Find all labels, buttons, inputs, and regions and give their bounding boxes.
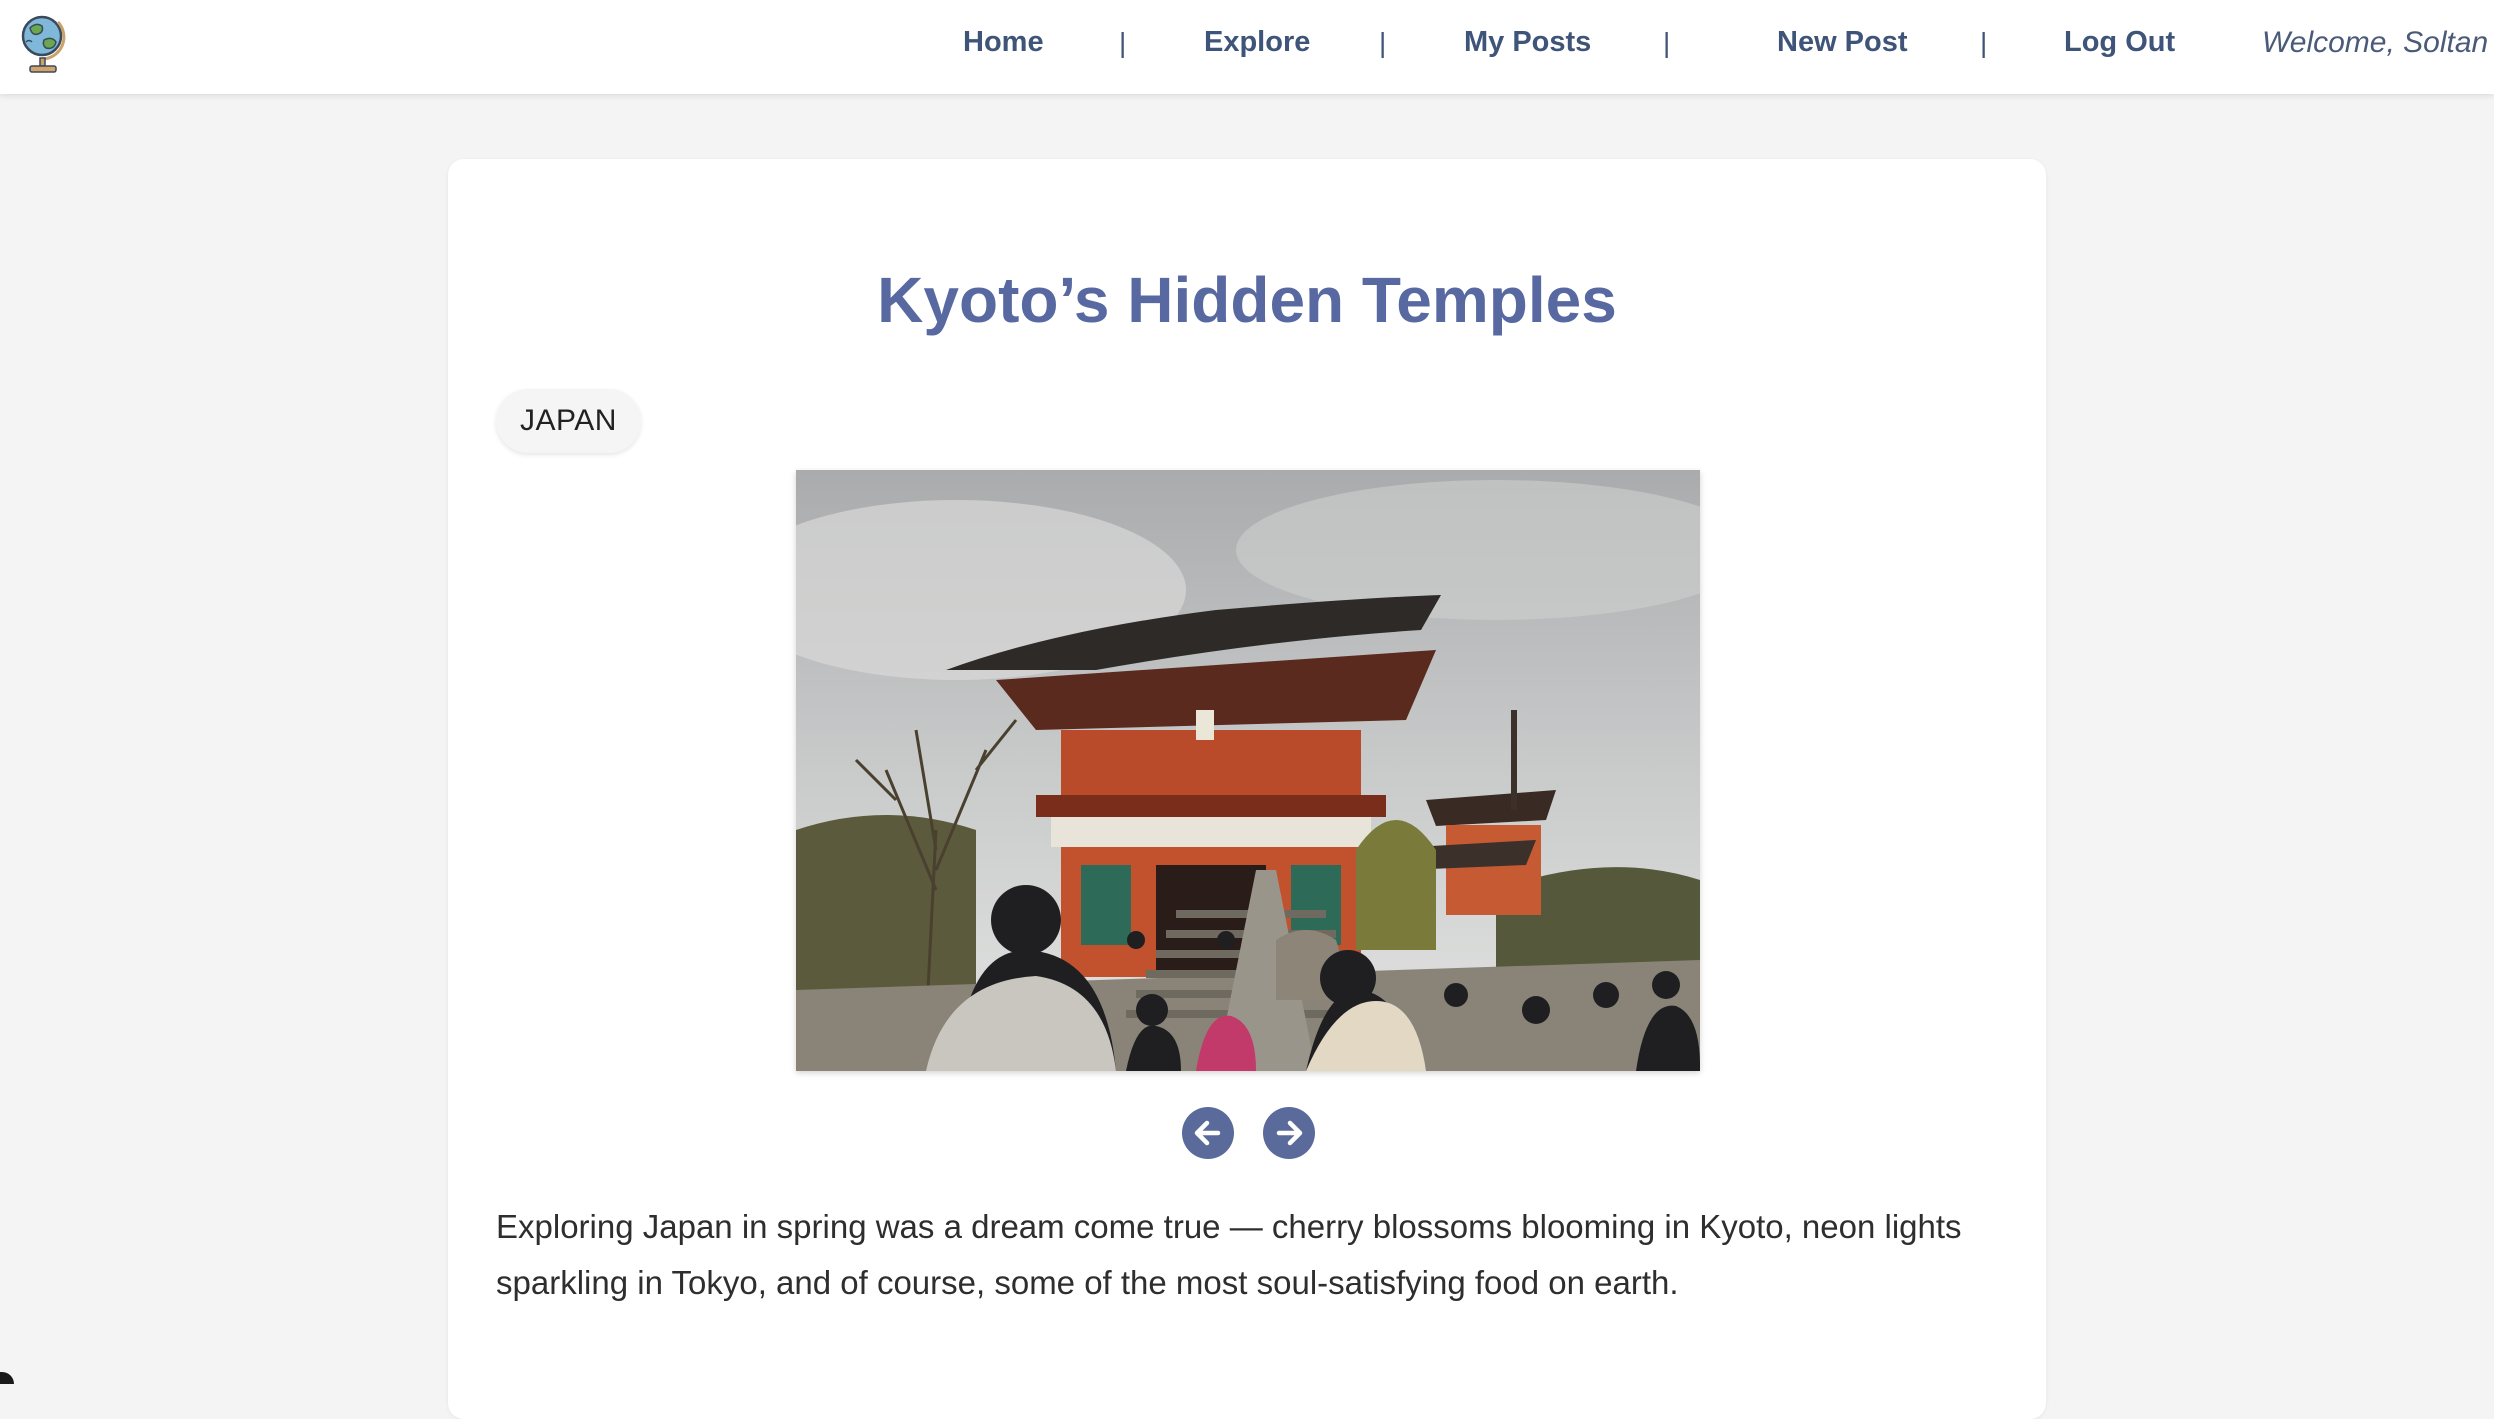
arrow-left-icon (1194, 1120, 1221, 1146)
country-tag[interactable]: JAPAN (496, 389, 641, 453)
nav-separator: | (1379, 27, 1387, 58)
nav-explore-link[interactable]: Explore (1204, 26, 1310, 59)
arrow-right-icon (1276, 1120, 1303, 1146)
nav-new-post-link[interactable]: New Post (1777, 26, 1908, 59)
welcome-message: Welcome, Soltan (2262, 26, 2489, 59)
nav-home-link[interactable]: Home (963, 26, 1044, 59)
carousel-next-button[interactable] (1263, 1107, 1315, 1159)
nav-my-posts-link[interactable]: My Posts (1464, 26, 1591, 59)
nav-log-out-link[interactable]: Log Out (2064, 26, 2175, 59)
globe-icon[interactable] (18, 12, 70, 76)
window-corner (0, 1372, 14, 1384)
post-photo (796, 470, 1700, 1071)
nav-separator: | (1663, 27, 1671, 58)
post-title: Kyoto’s Hidden Temples (877, 264, 1617, 336)
nav-separator: | (1119, 27, 1127, 58)
post-body: Exploring Japan in spring was a dream co… (496, 1208, 1962, 1301)
nav-separator: | (1980, 27, 1988, 58)
post-card: Kyoto’s Hidden Temples JAPAN Exploring J… (448, 159, 2046, 1419)
carousel-prev-button[interactable] (1182, 1107, 1234, 1159)
top-navbar: Home | Explore | My Posts | New Post | L… (0, 0, 2494, 94)
